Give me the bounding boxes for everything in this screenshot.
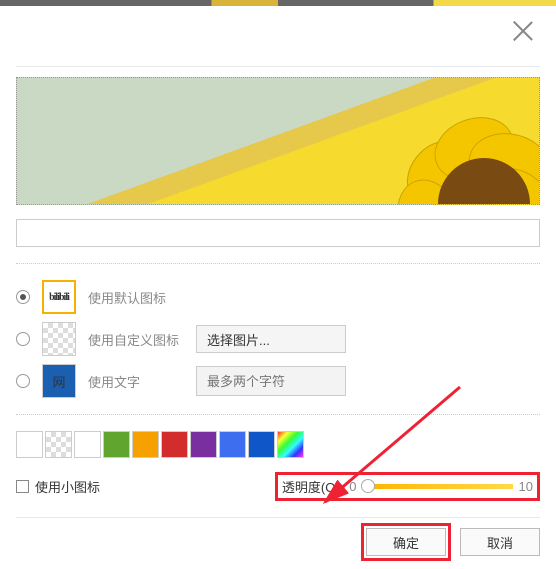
opacity-control-highlight: 透明度(O): 0 10 [275,472,540,501]
bili-logo: bilibili [49,292,69,303]
close-icon[interactable] [510,18,536,44]
opacity-max: 10 [519,479,533,494]
custom-icon-thumb[interactable] [42,322,76,356]
ok-button[interactable]: 确定 [366,528,446,556]
divider [16,66,540,67]
preview-image [16,77,540,205]
opacity-label: 透明度(O): [282,477,343,496]
color-swatch-6[interactable] [190,431,217,458]
color-swatch-0[interactable] [16,431,43,458]
cancel-button[interactable]: 取消 [460,528,540,556]
text-icon-thumb[interactable]: 网 [42,364,76,398]
default-icon-thumb[interactable]: bilibili [42,280,76,314]
char-input[interactable] [196,366,346,396]
radio-use-text[interactable] [16,374,30,388]
custom-icon-label: 使用自定义图标 [88,330,184,349]
radio-custom-icon[interactable] [16,332,30,346]
color-swatches [16,431,540,458]
default-icon-label: 使用默认图标 [88,288,184,307]
small-icon-label: 使用小图标 [35,477,100,496]
url-input[interactable] [16,219,540,247]
choose-image-button[interactable]: 选择图片... [196,325,346,353]
color-swatch-5[interactable] [161,431,188,458]
color-swatch-3[interactable] [103,431,130,458]
color-swatch-9[interactable] [277,431,304,458]
color-swatch-2[interactable] [74,431,101,458]
radio-default-icon[interactable] [16,290,30,304]
color-swatch-8[interactable] [248,431,275,458]
color-swatch-1[interactable] [45,431,72,458]
use-text-label: 使用文字 [88,372,184,391]
color-swatch-7[interactable] [219,431,246,458]
small-icon-checkbox[interactable] [16,480,29,493]
color-swatch-4[interactable] [132,431,159,458]
slider-thumb[interactable] [361,479,375,493]
dotted-divider-2 [16,414,540,415]
opacity-min: 0 [349,479,356,494]
opacity-slider[interactable] [363,484,513,489]
dotted-divider [16,263,540,264]
title-region [16,32,206,56]
text-icon-char: 网 [52,372,65,391]
